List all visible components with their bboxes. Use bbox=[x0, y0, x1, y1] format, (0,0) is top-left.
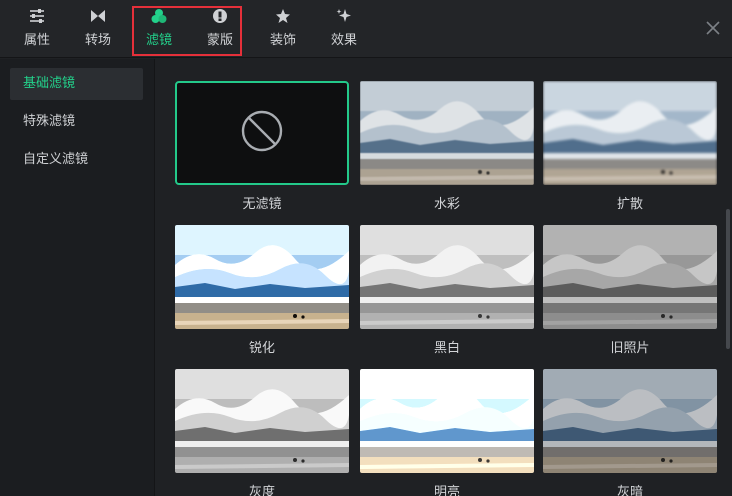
close-icon bbox=[700, 21, 726, 45]
filter-thumbnail bbox=[543, 369, 717, 473]
filter-thumbnail bbox=[543, 225, 717, 329]
tab-label: 转场 bbox=[84, 33, 111, 48]
transition-icon bbox=[90, 8, 106, 24]
filter-thumbnail bbox=[175, 225, 349, 329]
tab-effect[interactable]: 效果 bbox=[316, 0, 372, 58]
scrollbar-thumb[interactable] bbox=[726, 209, 730, 349]
filter-label: 扩散 bbox=[616, 197, 643, 212]
sidebar-item-basic-filters[interactable]: 基础滤镜 bbox=[10, 68, 143, 100]
tab-decoration[interactable]: 装饰 bbox=[255, 0, 311, 58]
tab-label: 蒙版 bbox=[206, 33, 233, 48]
filter-card-oldphoto[interactable]: 旧照片 bbox=[543, 225, 717, 356]
filter-thumbnail bbox=[543, 81, 717, 185]
filter-card-sharpen[interactable]: 锐化 bbox=[175, 225, 349, 356]
decoration-icon bbox=[275, 8, 291, 24]
filter-category-sidebar: 基础滤镜 特殊滤镜 自定义滤镜 bbox=[0, 59, 155, 496]
filter-thumbnail bbox=[175, 81, 349, 185]
sliders-icon bbox=[29, 8, 45, 24]
filter-label: 无滤镜 bbox=[242, 197, 282, 212]
filter-card-grayscale[interactable]: 灰度 bbox=[175, 369, 349, 496]
mask-icon bbox=[212, 8, 228, 24]
filter-label: 锐化 bbox=[248, 341, 275, 356]
filter-label: 灰度 bbox=[248, 485, 275, 496]
sidebar-item-special-filters[interactable]: 特殊滤镜 bbox=[10, 106, 143, 138]
tab-properties[interactable]: 属性 bbox=[9, 0, 65, 58]
filter-thumbnail bbox=[175, 369, 349, 473]
filter-card-dim[interactable]: 灰暗 bbox=[543, 369, 717, 496]
grid-scrollbar[interactable] bbox=[724, 59, 732, 496]
filter-thumbnail bbox=[360, 369, 534, 473]
filter-label: 明亮 bbox=[433, 485, 460, 496]
top-toolbar: 属性 转场 滤镜 蒙版 装饰 效果 bbox=[0, 0, 732, 58]
filter-label: 旧照片 bbox=[610, 341, 650, 356]
filter-card-none[interactable]: 无滤镜 bbox=[175, 81, 349, 212]
close-button[interactable] bbox=[700, 15, 726, 41]
no-filter-icon bbox=[240, 109, 284, 157]
filter-label: 黑白 bbox=[433, 341, 460, 356]
tab-label: 装饰 bbox=[269, 33, 296, 48]
filter-label: 灰暗 bbox=[616, 485, 643, 496]
filter-card-blackwhite[interactable]: 黑白 bbox=[360, 225, 534, 356]
tab-label: 滤镜 bbox=[145, 33, 172, 48]
filter-label: 水彩 bbox=[433, 197, 460, 212]
tab-mask[interactable]: 蒙版 bbox=[192, 0, 248, 58]
filter-grid: 无滤镜 水彩 扩散 锐化 黑白 旧照片 灰度 明亮 灰暗 bbox=[156, 59, 732, 496]
tab-label: 效果 bbox=[330, 33, 357, 48]
filter-card-diffuse[interactable]: 扩散 bbox=[543, 81, 717, 212]
sidebar-item-custom-filters[interactable]: 自定义滤镜 bbox=[10, 144, 143, 176]
tab-label: 属性 bbox=[23, 33, 50, 48]
tab-transition[interactable]: 转场 bbox=[70, 0, 126, 58]
filter-card-bright[interactable]: 明亮 bbox=[360, 369, 534, 496]
tab-filter[interactable]: 滤镜 bbox=[131, 0, 187, 58]
filter-thumbnail bbox=[360, 225, 534, 329]
filter-icon bbox=[151, 8, 167, 24]
filter-card-watercolor[interactable]: 水彩 bbox=[360, 81, 534, 212]
effect-sparkle-icon bbox=[336, 8, 352, 24]
filter-thumbnail bbox=[360, 81, 534, 185]
